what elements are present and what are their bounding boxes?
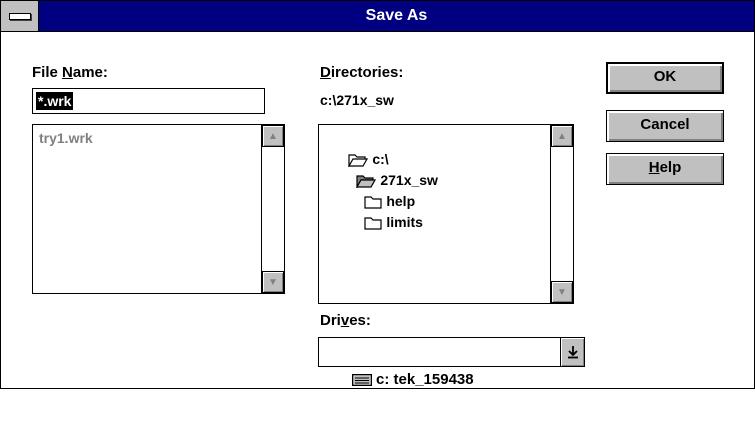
directory-item[interactable]: c:\ — [325, 129, 389, 168]
current-directory-path: c:\271x_sw — [320, 92, 394, 108]
arrow-down-icon: ▼ — [557, 286, 567, 298]
scroll-down-button[interactable]: ▼ — [262, 271, 284, 293]
directory-item[interactable]: limits — [341, 192, 423, 230]
scroll-up-button[interactable]: ▲ — [262, 125, 284, 147]
drive-selected: c: tek_159438 — [327, 338, 474, 388]
directory-item[interactable]: 271x_sw — [333, 150, 438, 189]
directory-item[interactable]: help — [341, 171, 415, 209]
dropdown-button[interactable] — [560, 338, 584, 366]
system-menu-button[interactable] — [1, 1, 39, 31]
file-list[interactable]: try1.wrk ▲ ▼ — [32, 124, 285, 294]
file-name-label: File Name: — [32, 64, 108, 81]
save-as-dialog: Save As File Name: *.wrk try1.wrk ▲ ▼ Di… — [0, 0, 755, 389]
directory-list[interactable]: c:\ 271x_sw help limits ▲ ▼ — [318, 124, 574, 304]
file-name-input[interactable]: *.wrk — [32, 88, 265, 114]
drives-dropdown[interactable]: c: tek_159438 — [318, 337, 585, 388]
file-name-value: *.wrk — [36, 92, 74, 110]
ok-button[interactable]: OK — [606, 62, 724, 94]
arrow-up-icon: ▲ — [268, 130, 278, 142]
list-item[interactable]: try1.wrk — [39, 128, 93, 148]
help-button[interactable]: Help — [606, 153, 724, 185]
chevron-down-icon — [567, 346, 578, 359]
title-bar: Save As — [1, 1, 754, 32]
scroll-down-button[interactable]: ▼ — [551, 281, 573, 303]
cancel-button[interactable]: Cancel — [606, 110, 724, 142]
arrow-up-icon: ▲ — [557, 130, 567, 142]
dialog-title: Save As — [365, 7, 428, 24]
directory-list-scrollbar[interactable]: ▲ ▼ — [550, 125, 573, 303]
scroll-up-button[interactable]: ▲ — [551, 125, 573, 147]
directories-label: Directories: — [320, 64, 404, 81]
drive-icon — [352, 374, 373, 387]
arrow-down-icon: ▼ — [268, 276, 278, 288]
system-menu-icon — [9, 13, 31, 20]
drives-label: Drives: — [320, 312, 371, 329]
folder-icon — [364, 217, 382, 230]
file-list-scrollbar[interactable]: ▲ ▼ — [261, 125, 284, 293]
